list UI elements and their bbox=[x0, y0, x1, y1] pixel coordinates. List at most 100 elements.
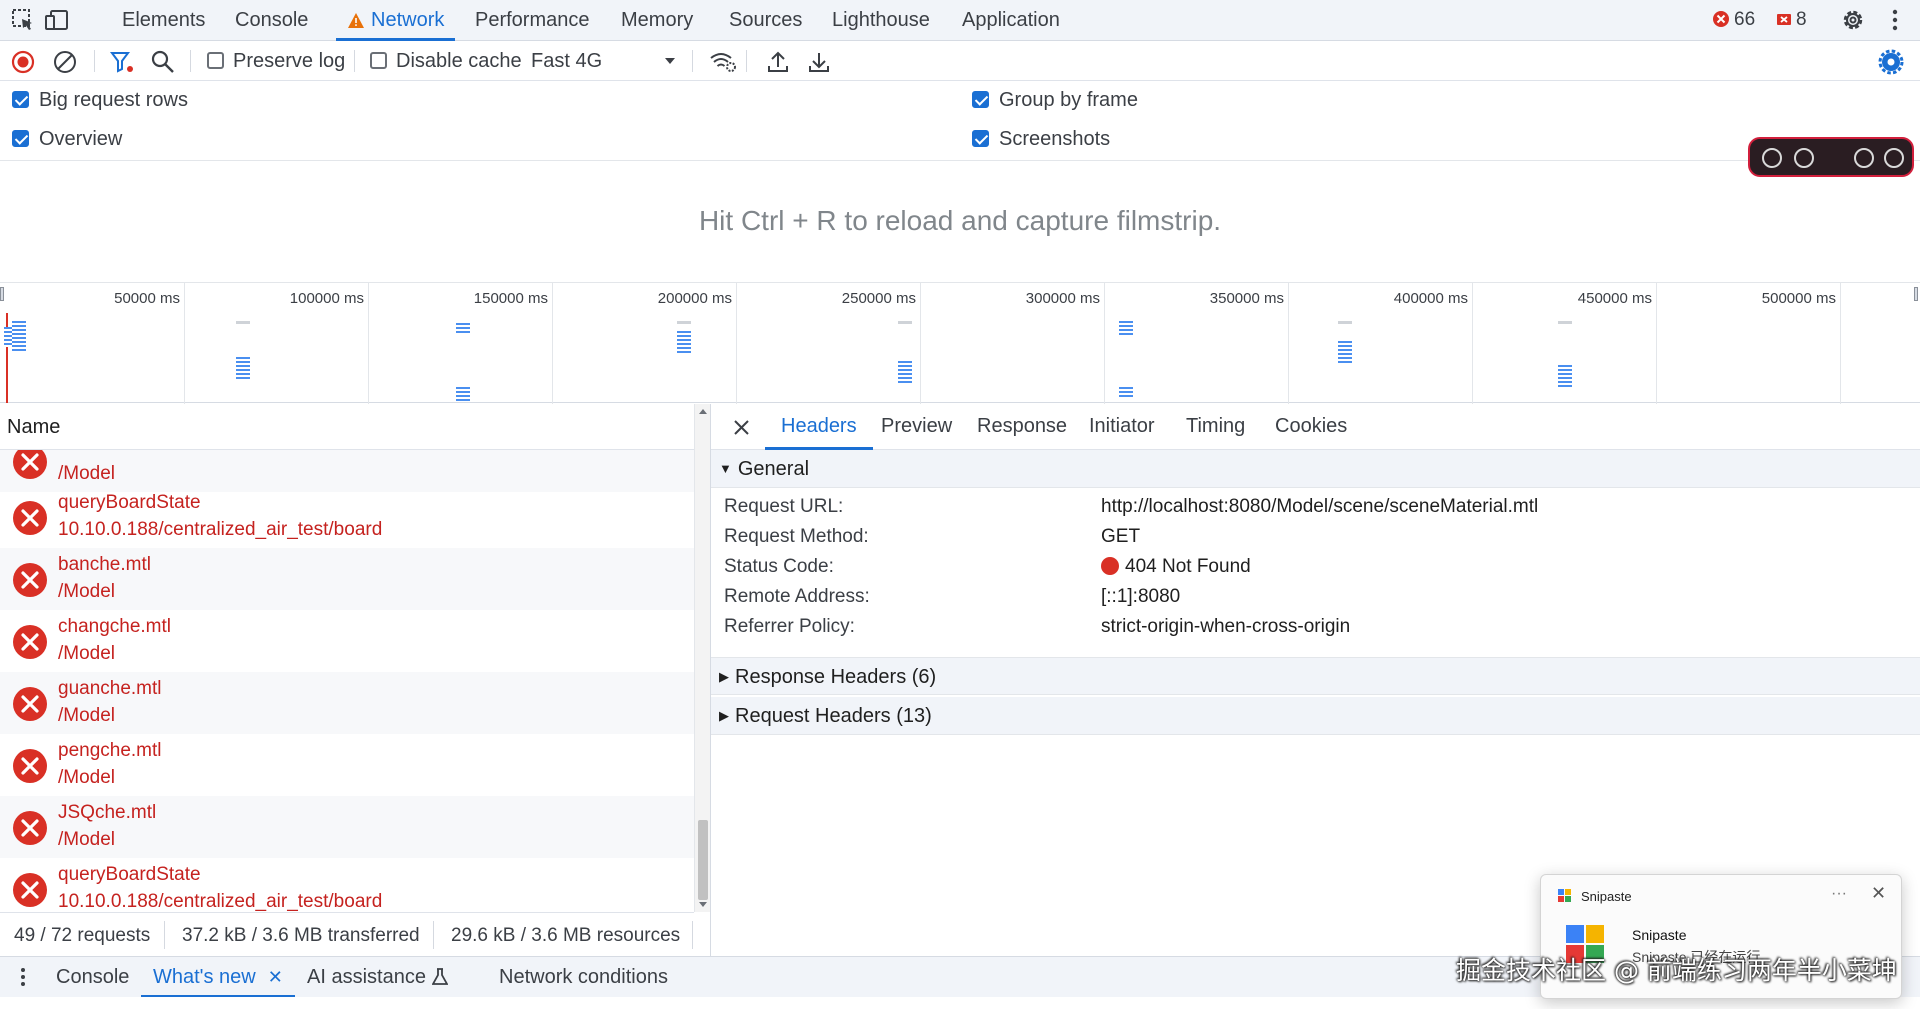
overview-checkbox[interactable]: Overview bbox=[12, 128, 122, 151]
snipaste-floating-toolbar[interactable] bbox=[1748, 137, 1914, 177]
tab-timing[interactable]: Timing bbox=[1186, 404, 1245, 450]
chevron-down-icon[interactable] bbox=[662, 53, 678, 69]
request-row[interactable]: JSQche.mtl /Model bbox=[0, 796, 694, 858]
error-circle-icon bbox=[1713, 11, 1729, 27]
drawer-tab-network-conditions[interactable]: Network conditions bbox=[499, 957, 668, 998]
close-icon[interactable] bbox=[733, 419, 750, 436]
timeline-tick-label: 50000 ms bbox=[114, 290, 180, 307]
request-row[interactable]: banche.mtl /Model bbox=[0, 548, 694, 610]
request-row[interactable]: queryBoardState 10.10.0.188/centralized_… bbox=[0, 486, 694, 548]
timeline-gridline bbox=[736, 283, 737, 404]
error-count-badge[interactable]: 66 bbox=[1712, 9, 1755, 31]
request-count: 49 / 72 requests bbox=[14, 925, 151, 946]
request-row[interactable]: changche.mtl /Model bbox=[0, 610, 694, 672]
screenshots-label: Screenshots bbox=[999, 128, 1111, 150]
tab-headers[interactable]: Headers bbox=[765, 404, 873, 450]
notification-title: Snipaste bbox=[1632, 927, 1687, 943]
snip-tool-icon[interactable] bbox=[1794, 148, 1814, 168]
close-tab-icon[interactable]: ✕ bbox=[268, 967, 283, 987]
group-by-frame-checkbox[interactable]: Group by frame bbox=[972, 89, 1138, 112]
snip-gear-icon[interactable] bbox=[1884, 148, 1904, 168]
notification-close-icon[interactable]: ✕ bbox=[1871, 883, 1886, 904]
drawer-tab-whats-new[interactable]: What's new ✕ bbox=[141, 957, 295, 998]
checkbox-box[interactable] bbox=[972, 91, 989, 108]
inspect-element-icon[interactable] bbox=[10, 7, 36, 33]
timeline-left-handle[interactable] bbox=[0, 287, 4, 301]
timeline-gridline bbox=[1104, 283, 1105, 404]
timeline-gridline bbox=[552, 283, 553, 404]
tab-sources[interactable]: Sources bbox=[727, 0, 804, 41]
notification-more-icon[interactable]: ··· bbox=[1831, 885, 1847, 903]
tab-preview[interactable]: Preview bbox=[881, 404, 952, 450]
upload-har-icon[interactable] bbox=[765, 49, 791, 75]
download-har-icon[interactable] bbox=[806, 49, 832, 75]
request-method-label: Request Method: bbox=[724, 526, 869, 547]
request-row[interactable]: guanche.mtl /Model bbox=[0, 672, 694, 734]
tab-network[interactable]: Network bbox=[336, 0, 456, 41]
request-list-scrollbar[interactable] bbox=[694, 404, 710, 912]
checkbox-box[interactable] bbox=[207, 52, 224, 69]
error-icon bbox=[13, 450, 47, 479]
issues-count-badge[interactable]: 8 bbox=[1776, 9, 1807, 31]
resources-size: 29.6 kB / 3.6 MB resources bbox=[451, 925, 681, 946]
request-row[interactable]: queryBoardState 10.10.0.188/centralized_… bbox=[0, 858, 694, 912]
settings-gear-icon[interactable] bbox=[1840, 7, 1866, 33]
screenshots-checkbox[interactable]: Screenshots bbox=[972, 128, 1110, 151]
summary-divider bbox=[433, 921, 434, 949]
more-options-icon[interactable] bbox=[1882, 7, 1908, 33]
search-icon[interactable] bbox=[150, 49, 176, 75]
drawer-tab-ai-assistance[interactable]: AI assistance bbox=[307, 957, 449, 998]
tab-memory[interactable]: Memory bbox=[619, 0, 695, 41]
toolbar-divider bbox=[354, 50, 355, 72]
general-section-header[interactable]: ▼ General bbox=[711, 450, 1920, 488]
timeline-request-bar bbox=[236, 321, 250, 324]
timeline-gridline bbox=[1288, 283, 1289, 404]
timeline-right-handle[interactable] bbox=[1914, 287, 1918, 301]
scroll-down-arrow[interactable] bbox=[699, 902, 707, 907]
request-path: /Model bbox=[58, 463, 116, 484]
timeline-tick-label: 200000 ms bbox=[657, 290, 732, 307]
network-conditions-icon[interactable] bbox=[709, 49, 737, 75]
timeline-tick-label: 100000 ms bbox=[289, 290, 364, 307]
request-name: queryBoardState bbox=[58, 492, 201, 513]
checkbox-box[interactable] bbox=[12, 91, 29, 108]
checkbox-box[interactable] bbox=[972, 130, 989, 147]
checkbox-box[interactable] bbox=[12, 130, 29, 147]
tab-initiator[interactable]: Initiator bbox=[1089, 404, 1155, 450]
request-headers-section[interactable]: ▶ Request Headers (13) bbox=[711, 697, 1920, 735]
network-settings-gear-icon[interactable] bbox=[1878, 49, 1904, 75]
overview-timeline[interactable]: 50000 ms 100000 ms 150000 ms 200000 ms 2… bbox=[0, 282, 1920, 404]
disable-cache-checkbox[interactable]: Disable cache bbox=[370, 50, 522, 73]
network-toolbar: Preserve log Disable cache Fast 4G bbox=[0, 41, 1920, 81]
name-column-header[interactable]: Name bbox=[0, 404, 694, 450]
tab-performance[interactable]: Performance bbox=[473, 0, 592, 41]
request-path: 10.10.0.188/centralized_air_test/board bbox=[58, 891, 383, 912]
referrer-policy-label: Referrer Policy: bbox=[724, 616, 855, 637]
request-row[interactable]: pengche.mtl /Model bbox=[0, 734, 694, 796]
tab-application[interactable]: Application bbox=[960, 0, 1062, 41]
devtools-tab-bar: Elements Console Network Performance Mem… bbox=[0, 0, 1920, 41]
scrollbar-thumb[interactable] bbox=[698, 820, 708, 900]
clear-log-icon[interactable] bbox=[52, 49, 78, 75]
response-headers-section[interactable]: ▶ Response Headers (6) bbox=[711, 657, 1920, 695]
preserve-log-checkbox[interactable]: Preserve log bbox=[207, 50, 345, 73]
tab-cookies[interactable]: Cookies bbox=[1275, 404, 1347, 450]
drawer-tab-console[interactable]: Console bbox=[56, 957, 129, 998]
big-request-rows-checkbox[interactable]: Big request rows bbox=[12, 89, 188, 112]
tab-response[interactable]: Response bbox=[977, 404, 1067, 450]
scroll-up-arrow[interactable] bbox=[699, 409, 707, 414]
drawer-menu-icon[interactable] bbox=[16, 966, 30, 988]
network-summary-bar: 49 / 72 requests 37.2 kB / 3.6 MB transf… bbox=[0, 912, 694, 956]
filter-icon[interactable] bbox=[109, 49, 135, 75]
timeline-request-bar bbox=[898, 321, 912, 324]
checkbox-box[interactable] bbox=[370, 52, 387, 69]
stop-recording-icon[interactable] bbox=[10, 49, 36, 75]
snip-tool-icon[interactable] bbox=[1762, 148, 1782, 168]
timeline-request-bar bbox=[236, 357, 250, 379]
device-toolbar-icon[interactable] bbox=[44, 7, 70, 33]
tab-elements[interactable]: Elements bbox=[120, 0, 207, 41]
tab-lighthouse[interactable]: Lighthouse bbox=[830, 0, 932, 41]
snip-tool-icon[interactable] bbox=[1854, 148, 1874, 168]
throttling-select[interactable]: Fast 4G bbox=[531, 50, 602, 73]
tab-console[interactable]: Console bbox=[233, 0, 310, 41]
